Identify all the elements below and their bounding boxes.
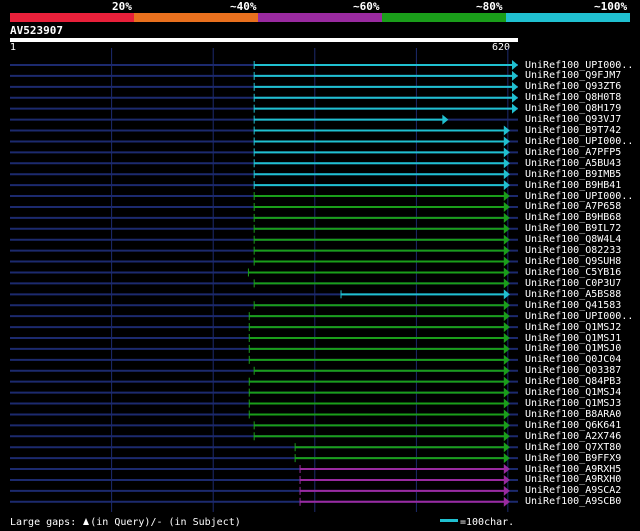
hit-label[interactable]: UniRef100_Q0JC04: [525, 354, 621, 365]
hit-label[interactable]: UniRef100_Q03387: [525, 365, 621, 376]
hit-arrow-icon: [503, 431, 510, 442]
scale-bar-icon: [440, 519, 458, 522]
hit-arrow-icon: [503, 191, 510, 202]
hit-arrow-icon: [503, 420, 510, 431]
gaps-legend: Large gaps: (in Query)/- (in Subject): [10, 517, 241, 529]
hit-arrow-icon: [512, 70, 518, 81]
hit-label[interactable]: UniRef100_Q1MSJ4: [525, 387, 621, 398]
hit-arrow-icon: [503, 354, 510, 365]
hit-arrow-icon: [503, 245, 510, 256]
hit-label[interactable]: UniRef100_A7PFP5: [525, 147, 621, 158]
hit-arrow-icon: [503, 125, 510, 136]
hit-label[interactable]: UniRef100_Q9FJM7: [525, 70, 621, 81]
hit-label[interactable]: UniRef100_O82233: [525, 245, 621, 256]
hit-arrow-icon: [503, 387, 510, 398]
hit-arrow-icon: [503, 442, 510, 453]
hit-arrow-icon: [503, 136, 510, 147]
hit-arrow-icon: [503, 376, 510, 387]
hit-label[interactable]: UniRef100_A5BS88: [525, 289, 621, 300]
hit-arrow-icon: [503, 180, 510, 191]
hit-arrow-icon: [503, 201, 510, 212]
hit-label[interactable]: UniRef100_Q1MSJ3: [525, 398, 621, 409]
hit-arrow-icon: [503, 474, 510, 485]
gap-triangle-icon: [83, 518, 90, 525]
hit-arrow-icon: [503, 496, 510, 507]
hit-arrow-icon: [503, 343, 510, 354]
gaps-legend-suffix: (in Query)/- (in Subject): [90, 517, 241, 528]
hit-arrow-icon: [503, 409, 510, 420]
hit-label[interactable]: UniRef100_Q1MSJ2: [525, 322, 621, 333]
hit-arrow-icon: [503, 234, 510, 245]
hit-label[interactable]: UniRef100_UPI000..: [525, 136, 633, 147]
hit-arrow-icon: [503, 158, 510, 169]
hit-label[interactable]: UniRef100_Q6K641: [525, 420, 621, 431]
hit-label[interactable]: UniRef100_Q93ZT6: [525, 81, 621, 92]
hit-arrow-icon: [503, 147, 510, 158]
hit-label[interactable]: UniRef100_Q1MSJ1: [525, 333, 621, 344]
hit-arrow-icon: [503, 365, 510, 376]
hit-label[interactable]: UniRef100_A9SCA2: [525, 485, 621, 496]
hit-label[interactable]: UniRef100_B8ARA0: [525, 409, 621, 420]
hit-arrow-icon: [503, 256, 510, 267]
hit-arrow-icon: [503, 212, 510, 223]
hit-label[interactable]: UniRef100_A2X746: [525, 431, 621, 442]
hit-arrow-icon: [512, 92, 518, 103]
hit-label[interactable]: UniRef100_Q93VJ7: [525, 114, 621, 125]
hit-label[interactable]: UniRef100_Q9SUH8: [525, 256, 621, 267]
hit-label[interactable]: UniRef100_UPI000..: [525, 311, 633, 322]
hit-arrow-icon: [503, 278, 510, 289]
hit-arrow-icon: [512, 103, 518, 114]
hit-label[interactable]: UniRef100_Q8W4L4: [525, 234, 621, 245]
hit-label[interactable]: UniRef100_Q1MSJ0: [525, 343, 621, 354]
hit-label[interactable]: UniRef100_Q41583: [525, 300, 621, 311]
hit-label[interactable]: UniRef100_Q8H179: [525, 103, 621, 114]
hit-label[interactable]: UniRef100_UPI000..: [525, 191, 633, 202]
hit-label[interactable]: UniRef100_A7P658: [525, 201, 621, 212]
hit-label[interactable]: UniRef100_UPI000..: [525, 60, 633, 71]
hit-arrow-icon: [503, 311, 510, 322]
gaps-legend-prefix: Large gaps:: [10, 517, 83, 528]
hit-label[interactable]: UniRef100_A5BU43: [525, 158, 621, 169]
hit-label[interactable]: UniRef100_C5YB16: [525, 267, 621, 278]
hit-arrow-icon: [503, 322, 510, 333]
hit-label[interactable]: UniRef100_A9SCB0: [525, 496, 621, 507]
hit-arrow-icon: [442, 114, 449, 125]
hit-arrow-icon: [503, 289, 510, 300]
hit-label[interactable]: UniRef100_B9HB68: [525, 212, 621, 223]
hit-label[interactable]: UniRef100_Q8H0T8: [525, 92, 621, 103]
hit-label[interactable]: UniRef100_B9T742: [525, 125, 621, 136]
hit-label[interactable]: UniRef100_B9FFX9: [525, 453, 621, 464]
hit-arrow-icon: [512, 81, 518, 92]
hit-arrow-icon: [503, 485, 510, 496]
hit-arrow-icon: [503, 300, 510, 311]
hit-arrow-icon: [503, 333, 510, 343]
hit-label[interactable]: UniRef100_A9RXH0: [525, 474, 621, 485]
hit-arrow-icon: [503, 267, 510, 278]
scale-legend-label: =100char.: [460, 517, 515, 528]
hit-arrow-icon: [503, 453, 510, 464]
hit-label[interactable]: UniRef100_B9IMB5: [525, 169, 621, 180]
hit-arrow-icon: [503, 169, 510, 180]
hit-arrow-icon: [503, 464, 510, 475]
hit-label[interactable]: UniRef100_Q84PB3: [525, 376, 621, 387]
hit-label[interactable]: UniRef100_B9IL72: [525, 223, 621, 234]
hit-label[interactable]: UniRef100_B9HB41: [525, 180, 621, 191]
hit-label[interactable]: UniRef100_Q7XT80: [525, 442, 621, 453]
scale-legend: =100char.: [440, 517, 514, 529]
hit-label[interactable]: UniRef100_A9RXH5: [525, 464, 621, 475]
hit-arrow-icon: [503, 223, 510, 234]
hit-arrow-icon: [503, 398, 510, 409]
hit-label[interactable]: UniRef100_C0P3U7: [525, 278, 621, 289]
hit-arrow-icon: [512, 60, 518, 70]
